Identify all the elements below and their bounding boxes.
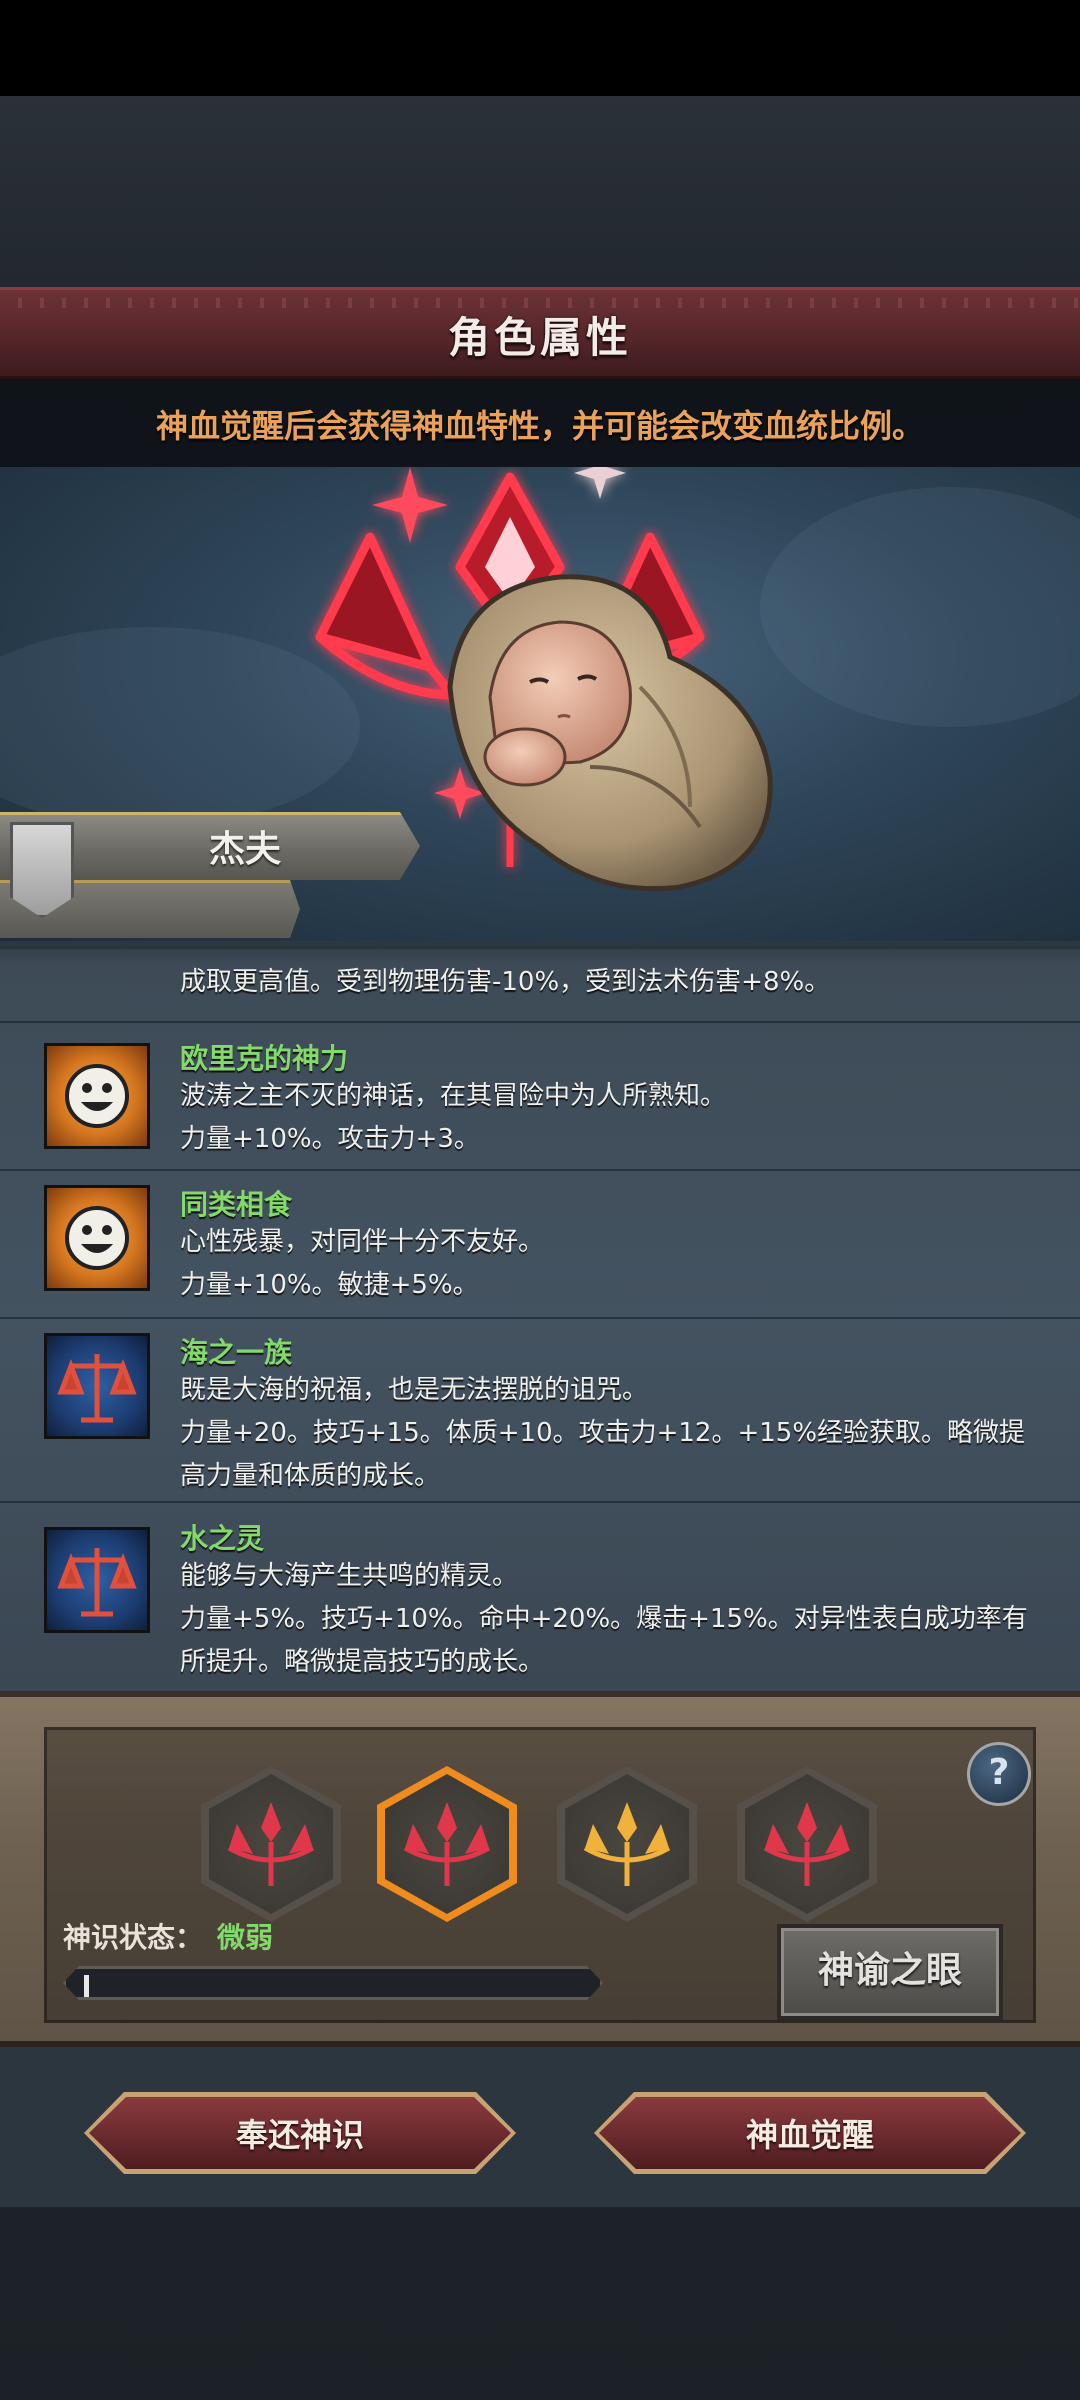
sigil-slot-4[interactable] [737,1766,877,1922]
trait-list[interactable]: 成取更高值。受到物理伤害-10%，受到法术伤害+8%。 欧里克的神力 波涛之主不… [0,941,1080,1691]
trait-flavor: 能够与大海产生共鸣的精灵。 [180,1561,519,1591]
trait-row[interactable]: 水之灵 能够与大海产生共鸣的精灵。 力量+5%。技巧+10%。命中+20%。爆击… [0,1505,1080,1691]
red-sigil-icon [227,1802,315,1886]
page-subtitle: 神血觉醒后会获得神血特性，并可能会改变血统比例。 [155,407,924,445]
blood-awaken-button[interactable]: 神血觉醒 [594,2092,1026,2174]
trait-name: 海之一族 [180,1336,293,1369]
awakening-panel: ? 神识状态： 微弱 神谕之眼 [0,1691,1080,2047]
return-label: 奉还神识 [235,2116,364,2154]
oracle-eye-button[interactable]: 神谕之眼 [777,1924,1003,2020]
smile-icon [44,1185,150,1291]
trait-effect: 力量+5%。技巧+10%。命中+20%。爆击+15%。对异性表白成功率有所提升。… [180,1604,1028,1677]
title-banner: 角色属性 [0,287,1080,379]
trait-name: 水之灵 [180,1522,265,1555]
trait-row[interactable]: 同类相食 心性残暴，对同伴十分不友好。 力量+10%。敏捷+5%。 [0,1173,1080,1319]
trait-partial-desc: 成取更高值。受到物理伤害-10%，受到法术伤害+8%。 [180,967,831,997]
trait-flavor: 既是大海的祝福，也是无法摆脱的诅咒。 [180,1375,649,1405]
trait-effect: 力量+10%。攻击力+3。 [180,1124,480,1154]
trait-flavor: 心性残暴，对同伴十分不友好。 [180,1227,545,1257]
divine-sense-value: 微弱 [217,1921,274,1954]
trait-row[interactable]: 海之一族 既是大海的祝福，也是无法摆脱的诅咒。 力量+20。技巧+15。体质+1… [0,1321,1080,1503]
baby-portrait [447,574,773,892]
cloud-decoration [760,487,1080,727]
trait-row[interactable]: 欧里克的神力 波涛之主不灭的神话，在其冒险中为人所熟知。 力量+10%。攻击力+… [0,1025,1080,1171]
gold-sigil-icon [583,1802,671,1886]
smile-icon [44,1043,150,1149]
trait-flavor: 波涛之主不灭的神话，在其冒险中为人所熟知。 [180,1081,727,1111]
trait-effect: 力量+10%。敏捷+5%。 [180,1270,479,1300]
trait-effect: 力量+20。技巧+15。体质+10。攻击力+12。+15%经验获取。略微提高力量… [180,1418,1026,1491]
scroll-fade [0,941,1080,963]
return-divine-sense-button[interactable]: 奉还神识 [84,2092,516,2174]
sigil-slot-2-selected[interactable] [377,1766,517,1922]
character-name: 杰夫 [208,829,281,870]
help-button[interactable]: ? [967,1742,1031,1806]
red-sigil-icon [763,1802,851,1886]
status-bar [0,0,1080,96]
red-sigil-icon [403,1802,491,1886]
scale-icon [44,1527,150,1633]
trait-desc: 心性残暴，对同伴十分不友好。 力量+10%。敏捷+5%。 [180,1221,1040,1307]
subtitle-bar: 神血觉醒后会获得神血特性，并可能会改变血统比例。 [0,379,1080,467]
trait-name: 同类相食 [180,1188,293,1221]
awaken-label: 神血觉醒 [745,2116,874,2154]
sigil-slot-1[interactable] [201,1766,341,1922]
progress-fill [84,1975,89,1997]
trait-desc: 波涛之主不灭的神话，在其冒险中为人所熟知。 力量+10%。攻击力+3。 [180,1075,1040,1161]
trait-desc: 既是大海的祝福，也是无法摆脱的诅咒。 力量+20。技巧+15。体质+10。攻击力… [180,1369,1040,1498]
sigil-slot-3[interactable] [557,1766,697,1922]
awakening-frame: ? 神识状态： 微弱 神谕之眼 [44,1727,1036,2023]
divine-sense-label: 神识状态： [63,1921,204,1954]
scale-icon [44,1333,150,1439]
trait-name: 欧里克的神力 [180,1042,349,1075]
page-title: 角色属性 [447,313,632,362]
trait-desc: 能够与大海产生共鸣的精灵。 力量+5%。技巧+10%。命中+20%。爆击+15%… [180,1555,1040,1684]
divine-sense-progress-bar [63,1966,603,2000]
